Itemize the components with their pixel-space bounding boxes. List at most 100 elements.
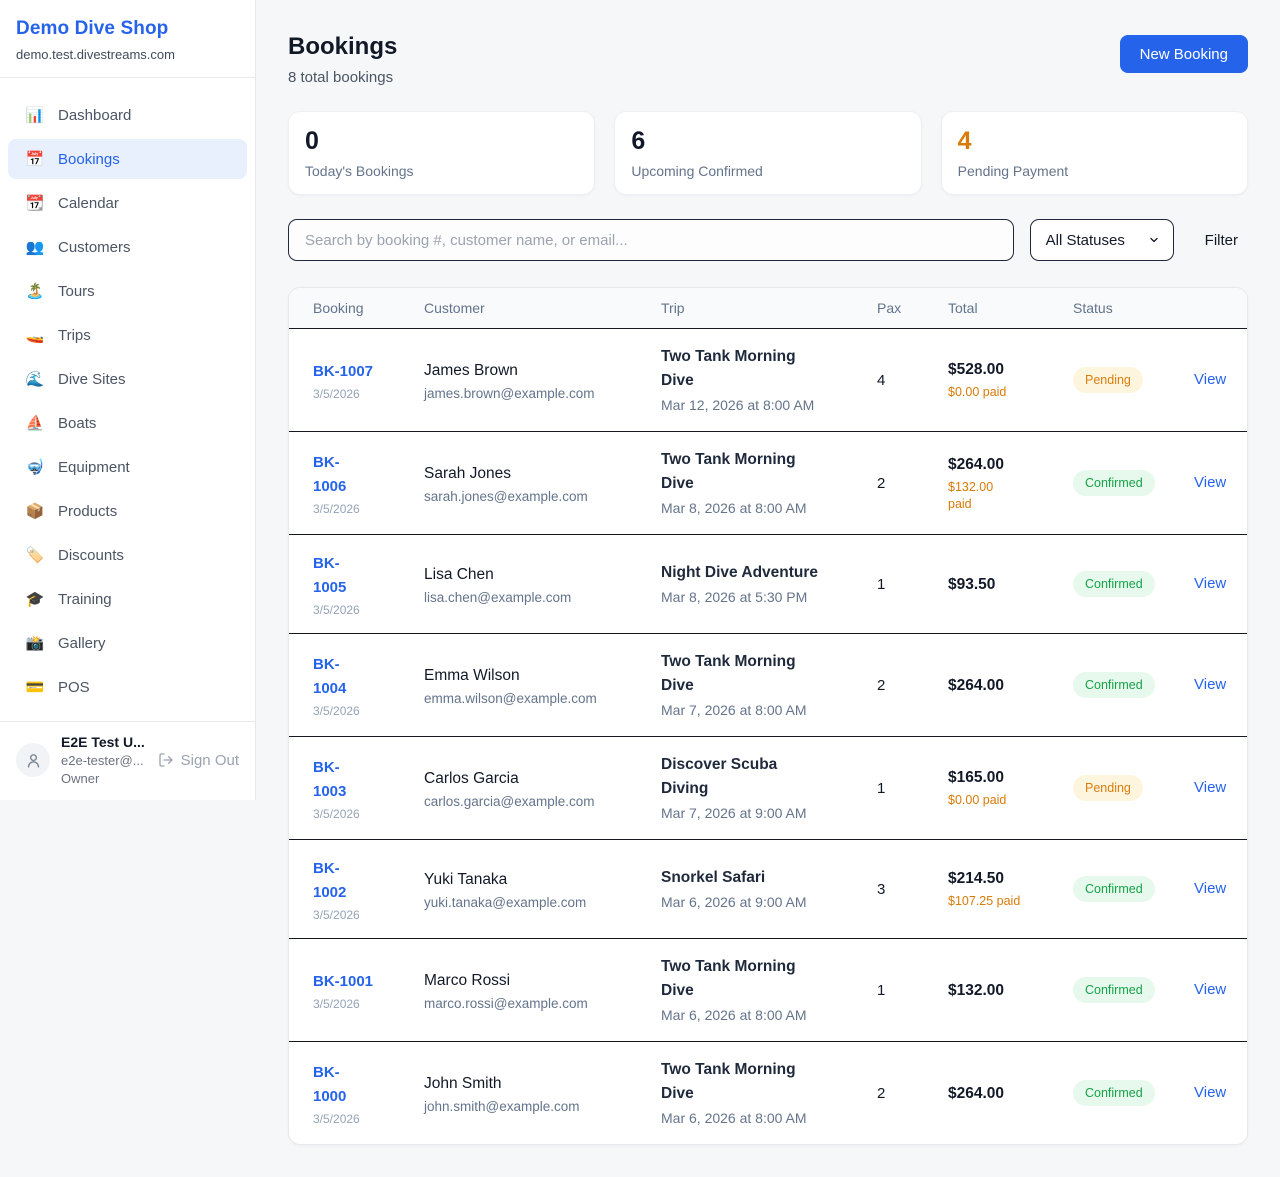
paid-amount: $0.00 paid — [948, 792, 1063, 809]
booking-id-link[interactable]: BK-1001 — [313, 970, 414, 994]
view-link[interactable]: View — [1194, 1084, 1226, 1101]
booking-date: 3/5/2026 — [313, 807, 414, 821]
view-link[interactable]: View — [1194, 981, 1226, 998]
total-amount: $264.00 — [948, 454, 1063, 475]
sidebar-item-discounts[interactable]: 🏷️ Discounts — [8, 535, 247, 575]
total-bookings-count: 8 total bookings — [288, 69, 397, 86]
status-filter-select[interactable]: All Statuses — [1030, 219, 1174, 261]
new-booking-button[interactable]: New Booking — [1120, 35, 1248, 73]
col-header-status: Status — [1073, 300, 1194, 316]
booking-id-link[interactable]: BK- 1003 — [313, 756, 414, 804]
status-badge: Pending — [1073, 367, 1143, 393]
booking-id-link[interactable]: BK- 1006 — [313, 451, 414, 499]
trip-datetime: Mar 6, 2026 at 9:00 AM — [661, 892, 867, 912]
sidebar-item-calendar[interactable]: 📆 Calendar — [8, 183, 247, 223]
search-input[interactable] — [288, 219, 1014, 261]
sailboat-icon: ⛵ — [25, 414, 45, 432]
chevron-down-icon — [1148, 234, 1160, 246]
table-row: BK-1007 3/5/2026 James Brown james.brown… — [289, 329, 1247, 432]
pax-count: 2 — [877, 475, 948, 492]
sidebar-item-pos[interactable]: 💳 POS — [8, 667, 247, 707]
customer-name: Lisa Chen — [424, 564, 651, 586]
customer-name: Marco Rossi — [424, 970, 651, 992]
user-name: E2E Test U... — [61, 734, 147, 750]
sidebar-item-label: Bookings — [58, 151, 120, 168]
booking-date: 3/5/2026 — [313, 1112, 414, 1126]
graduation-cap-icon: 🎓 — [25, 590, 45, 608]
table-row: BK- 1000 3/5/2026 John Smith john.smith@… — [289, 1042, 1247, 1144]
view-link[interactable]: View — [1194, 880, 1226, 897]
user-info: E2E Test U... e2e-tester@... Owner — [61, 734, 147, 786]
pax-count: 1 — [877, 576, 948, 593]
booking-id-link[interactable]: BK- 1000 — [313, 1061, 414, 1109]
total-amount: $93.50 — [948, 574, 1063, 595]
booking-id-link[interactable]: BK- 1002 — [313, 857, 414, 905]
sidebar-item-label: Calendar — [58, 195, 119, 212]
customer-name: James Brown — [424, 360, 651, 382]
trip-datetime: Mar 6, 2026 at 8:00 AM — [661, 1108, 867, 1128]
table-body: BK-1007 3/5/2026 James Brown james.brown… — [289, 329, 1247, 1144]
sidebar-item-training[interactable]: 🎓 Training — [8, 579, 247, 619]
paid-amount: $132.00 paid — [948, 479, 1063, 513]
booking-date: 3/5/2026 — [313, 387, 414, 401]
sidebar-item-equipment[interactable]: 🤿 Equipment — [8, 447, 247, 487]
speedboat-icon: 🚤 — [25, 326, 45, 344]
sidebar-item-bookings[interactable]: 📅 Bookings — [8, 139, 247, 179]
trip-name: Two Tank Morning Dive — [661, 650, 867, 698]
credit-card-icon: 💳 — [25, 678, 45, 696]
shop-name: Demo Dive Shop — [16, 18, 239, 40]
brand: Demo Dive Shop demo.test.divestreams.com — [0, 0, 255, 78]
trip-datetime: Mar 8, 2026 at 5:30 PM — [661, 587, 867, 607]
total-amount: $264.00 — [948, 675, 1063, 696]
sidebar-item-customers[interactable]: 👥 Customers — [8, 227, 247, 267]
user-role: Owner — [61, 771, 147, 786]
view-link[interactable]: View — [1194, 371, 1226, 388]
sidebar-item-tours[interactable]: 🏝️ Tours — [8, 271, 247, 311]
sidebar-item-products[interactable]: 📦 Products — [8, 491, 247, 531]
people-icon: 👥 — [25, 238, 45, 256]
booking-id-link[interactable]: BK- 1004 — [313, 653, 414, 701]
stat-label: Today's Bookings — [305, 163, 578, 179]
status-badge: Confirmed — [1073, 571, 1155, 597]
tear-off-calendar-icon: 📆 — [25, 194, 45, 212]
col-header-pax: Pax — [877, 300, 948, 316]
tag-icon: 🏷️ — [25, 546, 45, 564]
total-amount: $165.00 — [948, 767, 1063, 788]
sidebar-item-boats[interactable]: ⛵ Boats — [8, 403, 247, 443]
table-row: BK- 1003 3/5/2026 Carlos Garcia carlos.g… — [289, 737, 1247, 840]
pax-count: 1 — [877, 982, 948, 999]
filter-button[interactable]: Filter — [1205, 232, 1238, 249]
view-link[interactable]: View — [1194, 474, 1226, 491]
diving-mask-icon: 🤿 — [25, 458, 45, 476]
avatar — [16, 743, 50, 777]
customer-name: Yuki Tanaka — [424, 869, 651, 891]
sidebar-item-dashboard[interactable]: 📊 Dashboard — [8, 95, 247, 135]
camera-icon: 📸 — [25, 634, 45, 652]
sign-out-label: Sign Out — [181, 752, 239, 769]
sidebar-item-label: Customers — [58, 239, 131, 256]
customer-email: emma.wilson@example.com — [424, 691, 651, 706]
trip-name: Night Dive Adventure — [661, 561, 867, 585]
total-amount: $132.00 — [948, 980, 1063, 1001]
sidebar-item-gallery[interactable]: 📸 Gallery — [8, 623, 247, 663]
status-badge: Confirmed — [1073, 470, 1155, 496]
sidebar-item-dive-sites[interactable]: 🌊 Dive Sites — [8, 359, 247, 399]
logout-icon — [158, 752, 174, 768]
total-amount: $214.50 — [948, 868, 1063, 889]
sidebar-item-trips[interactable]: 🚤 Trips — [8, 315, 247, 355]
booking-date: 3/5/2026 — [313, 502, 414, 516]
booking-id-link[interactable]: BK- 1005 — [313, 552, 414, 600]
view-link[interactable]: View — [1194, 575, 1226, 592]
customer-email: james.brown@example.com — [424, 386, 651, 401]
sign-out-button[interactable]: Sign Out — [158, 752, 239, 769]
table-row: BK- 1006 3/5/2026 Sarah Jones sarah.jone… — [289, 432, 1247, 535]
sidebar: Demo Dive Shop demo.test.divestreams.com… — [0, 0, 256, 800]
view-link[interactable]: View — [1194, 676, 1226, 693]
col-header-customer: Customer — [424, 300, 661, 316]
stat-card: 4 Pending Payment — [941, 111, 1248, 195]
page-header: Bookings 8 total bookings New Booking — [288, 33, 1248, 86]
stat-label: Upcoming Confirmed — [631, 163, 904, 179]
view-link[interactable]: View — [1194, 779, 1226, 796]
booking-id-link[interactable]: BK-1007 — [313, 360, 414, 384]
customer-name: Carlos Garcia — [424, 768, 651, 790]
